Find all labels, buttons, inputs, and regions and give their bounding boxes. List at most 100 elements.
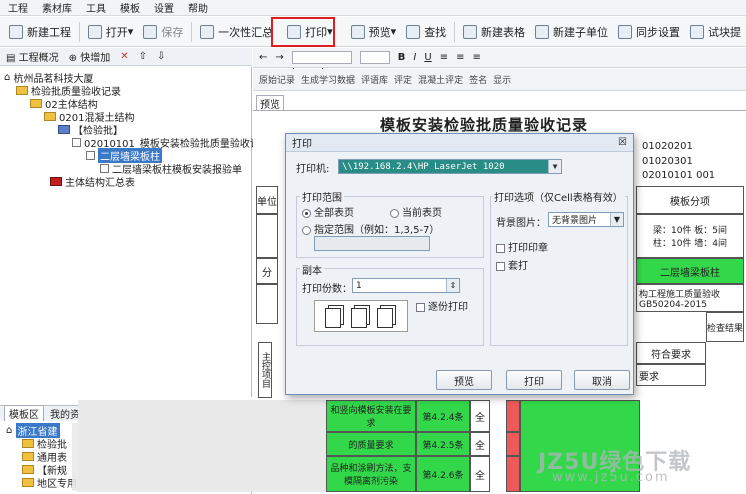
cancel-button[interactable]: 取消 bbox=[574, 370, 630, 390]
blurred-region bbox=[78, 400, 326, 492]
code-1: 01020201 bbox=[642, 141, 693, 152]
menu-materials[interactable]: 素材库 bbox=[42, 0, 72, 15]
range-input[interactable] bbox=[314, 236, 430, 251]
main-toolbar: 新建工程 打开 ▾ 保存 一次性汇总 打印 ▾ 预览 ▾ 查找 新建表格 新建子… bbox=[0, 17, 746, 47]
options-title: 打印选项（仅Cell表格有效） bbox=[492, 189, 625, 204]
format-toolbar: ← → B I U ≡ ≡ ≡ bbox=[253, 48, 746, 68]
tree-item[interactable]: 主体结构汇总表 bbox=[50, 175, 135, 189]
close-icon[interactable]: ☒ bbox=[618, 137, 627, 148]
align-right-icon[interactable]: ≡ bbox=[472, 52, 480, 63]
chevron-down-icon: ▼ bbox=[610, 213, 623, 226]
italic-icon[interactable]: I bbox=[413, 52, 416, 63]
sync-settings-button[interactable]: 同步设置 bbox=[613, 20, 685, 44]
tab-template-area[interactable]: 模板区 bbox=[4, 405, 44, 422]
range-specify-radio[interactable]: 指定范围（例如：1,3,5-7） bbox=[302, 221, 439, 236]
range-title: 打印范围 bbox=[300, 189, 344, 204]
align-left-icon[interactable]: ≡ bbox=[440, 52, 448, 63]
table-row-text: 的质量要求 bbox=[326, 432, 416, 456]
tab-preview[interactable]: 预览 bbox=[256, 95, 284, 111]
table-row-flag bbox=[506, 432, 520, 456]
collate-preview-icon bbox=[314, 300, 408, 332]
menu-settings[interactable]: 设置 bbox=[154, 0, 174, 15]
menu-help[interactable]: 帮助 bbox=[188, 0, 208, 15]
preview-button[interactable]: 预览 ▾ bbox=[346, 20, 402, 44]
left-panel-header: ▤ 工程概况 ⊕ 快增加 ✕ ⇧ ⇩ bbox=[0, 48, 252, 66]
new-sub-unit-button[interactable]: 新建子单位 bbox=[530, 20, 613, 44]
table-row-value: 全 bbox=[470, 456, 490, 492]
bold-icon[interactable]: B bbox=[398, 52, 406, 63]
tab-my-resources[interactable]: 我的资 bbox=[50, 406, 80, 421]
table-row-clause: 第4.2.5条 bbox=[416, 432, 470, 456]
project-tree: ⌂ 杭州品茗科技大厦 检验批质量验收记录 02主体结构 0201混凝土结构 【检… bbox=[0, 67, 260, 397]
font-select[interactable] bbox=[291, 51, 352, 64]
table-row-flag bbox=[506, 400, 520, 432]
folder-icon bbox=[22, 478, 34, 487]
new-project-button[interactable]: 新建工程 bbox=[4, 20, 76, 44]
dialog-title: 打印 bbox=[292, 139, 312, 150]
summary-button[interactable]: 一次性汇总 bbox=[195, 20, 278, 44]
size-select[interactable] bbox=[359, 51, 390, 64]
concrete-eval-button[interactable]: 混凝土评定 bbox=[418, 73, 463, 86]
find-button[interactable]: 查找 bbox=[401, 20, 451, 44]
overview-button[interactable]: ▤ 工程概况 bbox=[6, 49, 59, 64]
trial-icon bbox=[689, 24, 704, 39]
quick-add-button[interactable]: ⊕ 快增加 bbox=[69, 49, 111, 64]
menu-tools[interactable]: 工具 bbox=[86, 0, 106, 15]
control-cell: 主控项目 bbox=[258, 342, 272, 398]
location-cell: 二层墙梁板柱 bbox=[636, 258, 744, 284]
unit-cell: 单位 bbox=[256, 186, 278, 214]
folder-icon bbox=[44, 112, 56, 121]
table-icon bbox=[462, 24, 477, 39]
search-icon bbox=[406, 24, 421, 39]
checkbox-icon bbox=[496, 261, 505, 271]
align-center-icon[interactable]: ≡ bbox=[456, 52, 464, 63]
delete-icon[interactable]: ✕ bbox=[120, 51, 128, 62]
checkbox-icon bbox=[496, 243, 505, 253]
menu-template[interactable]: 模板 bbox=[120, 0, 140, 15]
signature-button[interactable]: 签名 bbox=[469, 73, 487, 86]
overlay-checkbox[interactable]: 套打 bbox=[496, 257, 528, 272]
stepper-arrows-icon[interactable]: ⇕ bbox=[446, 279, 459, 292]
blank-cell bbox=[256, 284, 278, 324]
document-icon bbox=[100, 164, 109, 173]
bg-select[interactable]: 无背景图片 ▼ bbox=[548, 212, 624, 227]
print-seal-checkbox[interactable]: 打印印章 bbox=[496, 239, 548, 254]
open-button[interactable]: 打开 ▾ bbox=[83, 20, 139, 44]
printer-label: 打印机: bbox=[296, 164, 330, 175]
summary-icon bbox=[200, 24, 215, 39]
underline-icon[interactable]: U bbox=[424, 52, 431, 63]
gen-data-button[interactable]: 生成学习数据 bbox=[301, 73, 355, 86]
new-table-button[interactable]: 新建表格 bbox=[458, 20, 530, 44]
raw-record-button[interactable]: 原始记录 bbox=[259, 73, 295, 86]
forward-arrow-icon[interactable]: → bbox=[275, 52, 283, 63]
checkbox-icon bbox=[416, 302, 425, 312]
preview-button-dialog[interactable]: 预览 bbox=[436, 370, 492, 390]
copies-title: 副本 bbox=[300, 262, 324, 277]
up-arrow-icon[interactable]: ⇧ bbox=[139, 51, 147, 62]
sub-cell: 分 bbox=[256, 258, 278, 284]
print-button[interactable]: 打印 ▾ bbox=[282, 20, 338, 44]
toolbar-divider bbox=[454, 21, 455, 42]
watermark-url: www.jz5u.com bbox=[552, 470, 670, 485]
print-confirm-button[interactable]: 打印 bbox=[506, 370, 562, 390]
radio-checked-icon bbox=[302, 208, 311, 218]
back-arrow-icon[interactable]: ← bbox=[259, 52, 267, 63]
comment-lib-button[interactable]: 评语库 bbox=[361, 73, 388, 86]
printer-select[interactable]: \\192.168.2.4\HP LaserJet 1020 ▼ bbox=[338, 159, 562, 174]
collate-checkbox[interactable]: 逐份打印 bbox=[416, 298, 468, 313]
summary-icon bbox=[50, 177, 62, 186]
evaluate-button[interactable]: 评定 bbox=[394, 73, 412, 86]
folder-icon bbox=[22, 452, 34, 461]
copies-stepper[interactable]: 1 ⇕ bbox=[352, 278, 460, 293]
menu-project[interactable]: 工程 bbox=[8, 0, 28, 15]
range-all-radio[interactable]: 全部表页 bbox=[302, 204, 354, 219]
code-2: 01020301 bbox=[642, 156, 693, 167]
range-current-radio[interactable]: 当前表页 bbox=[390, 204, 442, 219]
display-button[interactable]: 显示 bbox=[493, 73, 511, 86]
table-row-value: 全 bbox=[470, 400, 490, 432]
home-icon: ⌂ bbox=[6, 425, 13, 436]
radio-unchecked-icon bbox=[302, 225, 311, 235]
save-button[interactable]: 保存 bbox=[138, 20, 188, 44]
down-arrow-icon[interactable]: ⇩ bbox=[157, 51, 165, 62]
trial-button[interactable]: 试块提 bbox=[685, 20, 746, 44]
